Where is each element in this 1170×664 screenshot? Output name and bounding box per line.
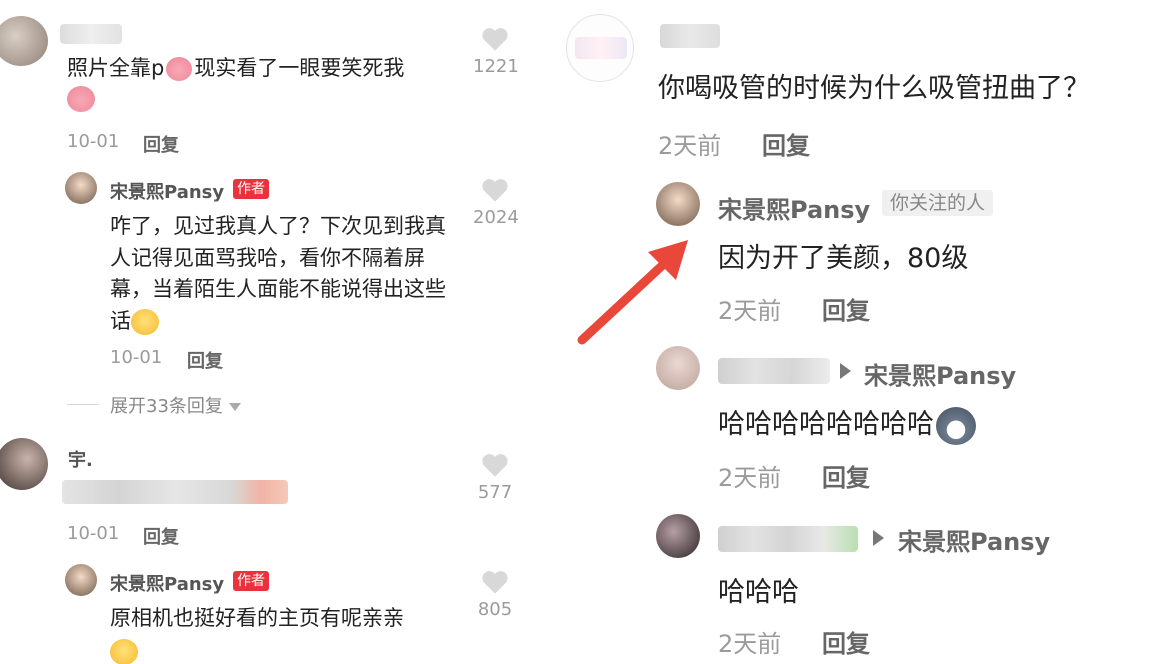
author-avatar[interactable] — [65, 564, 97, 596]
avatar-decoration — [575, 37, 627, 59]
like-button[interactable]: 805 — [473, 569, 517, 620]
dizzy-face-emoji-icon — [131, 308, 159, 335]
reply-target-name[interactable]: 宋景熙Pansy — [864, 356, 1016, 391]
reply-button[interactable]: 回复 — [762, 126, 810, 161]
blurred-comment-text — [62, 480, 288, 504]
heart-icon — [482, 28, 508, 51]
username[interactable]: 宇. — [68, 446, 93, 472]
like-button[interactable]: 577 — [473, 452, 517, 503]
reply-button[interactable]: 回复 — [822, 458, 870, 493]
like-count: 1221 — [473, 56, 519, 77]
like-count: 2024 — [473, 207, 519, 228]
grin-emoji-icon — [110, 638, 138, 664]
author-badge: 作者 — [233, 179, 269, 199]
comment-text: 照片全靠p 现实看了一眼要笑死我 — [67, 54, 467, 113]
reply-time: 2天前 — [718, 464, 782, 492]
like-button[interactable]: 1221 — [473, 26, 519, 77]
comment-date: 10-01 — [67, 523, 120, 544]
reply-text: 哈哈哈哈哈哈哈哈 — [718, 402, 976, 445]
caret-down-icon — [228, 403, 241, 411]
reply-time: 2天前 — [718, 297, 782, 325]
comment-text: 你喝吸管的时候为什么吸管扭曲了？ — [658, 73, 1090, 104]
expand-divider — [67, 404, 99, 405]
heart-icon — [482, 571, 508, 594]
like-count: 577 — [477, 482, 513, 503]
followed-user-avatar[interactable] — [656, 182, 700, 226]
user-avatar[interactable] — [566, 14, 634, 82]
annotation-arrow — [577, 240, 688, 345]
blurred-username[interactable] — [660, 24, 720, 48]
user-avatar[interactable] — [656, 514, 700, 558]
comment-time: 2天前 — [658, 132, 722, 160]
reply-target-name[interactable]: 宋景熙Pansy — [898, 522, 1050, 557]
reply-button[interactable]: 回复 — [822, 291, 870, 326]
expand-replies-link[interactable]: 展开33条回复 — [110, 392, 241, 418]
reply-button[interactable]: 回复 — [822, 624, 870, 659]
pig-emoji-icon — [67, 86, 95, 113]
reply-button[interactable]: 回复 — [187, 347, 223, 373]
like-count: 805 — [477, 599, 513, 620]
reply-arrow-icon — [873, 530, 884, 546]
reply-arrow-icon — [840, 363, 851, 379]
left-comment-panel: 照片全靠p 现实看了一眼要笑死我 10-01 回复 1221 宋景熙Pansy 作… — [0, 0, 540, 664]
pig-emoji-icon — [166, 57, 193, 81]
reply-text: 因为开了美颜，80级 — [718, 243, 969, 274]
blurred-username[interactable] — [60, 24, 122, 44]
reply-text: 原相机也挺好看的主页有呢亲亲 — [110, 603, 462, 664]
reply-button[interactable]: 回复 — [143, 523, 179, 549]
reply-time: 2天前 — [718, 630, 782, 658]
author-name[interactable]: 宋景熙Pansy — [110, 570, 224, 596]
husky-emoji-icon — [936, 406, 976, 445]
reply-text: 哈哈哈 — [718, 577, 799, 608]
author-avatar[interactable] — [65, 172, 97, 204]
following-badge: 你关注的人 — [882, 190, 994, 216]
author-name[interactable]: 宋景熙Pansy — [110, 178, 224, 204]
user-avatar[interactable] — [656, 346, 700, 390]
user-avatar[interactable] — [0, 16, 48, 66]
heart-icon — [482, 454, 508, 477]
followed-user-name[interactable]: 宋景熙Pansy — [718, 190, 870, 225]
reply-button[interactable]: 回复 — [143, 131, 179, 157]
blurred-username[interactable] — [718, 358, 830, 384]
reply-text: 咋了，见过我真人了？下次见到我真人记得见面骂我哈，看你不隔着屏幕，当着陌生人面能… — [110, 214, 446, 335]
heart-icon — [482, 179, 508, 202]
user-avatar[interactable] — [0, 438, 48, 490]
blurred-username[interactable] — [718, 526, 858, 552]
comment-date: 10-01 — [67, 131, 120, 152]
reply-date: 10-01 — [110, 347, 163, 368]
author-badge: 作者 — [233, 571, 269, 591]
like-button[interactable]: 2024 — [473, 177, 519, 228]
